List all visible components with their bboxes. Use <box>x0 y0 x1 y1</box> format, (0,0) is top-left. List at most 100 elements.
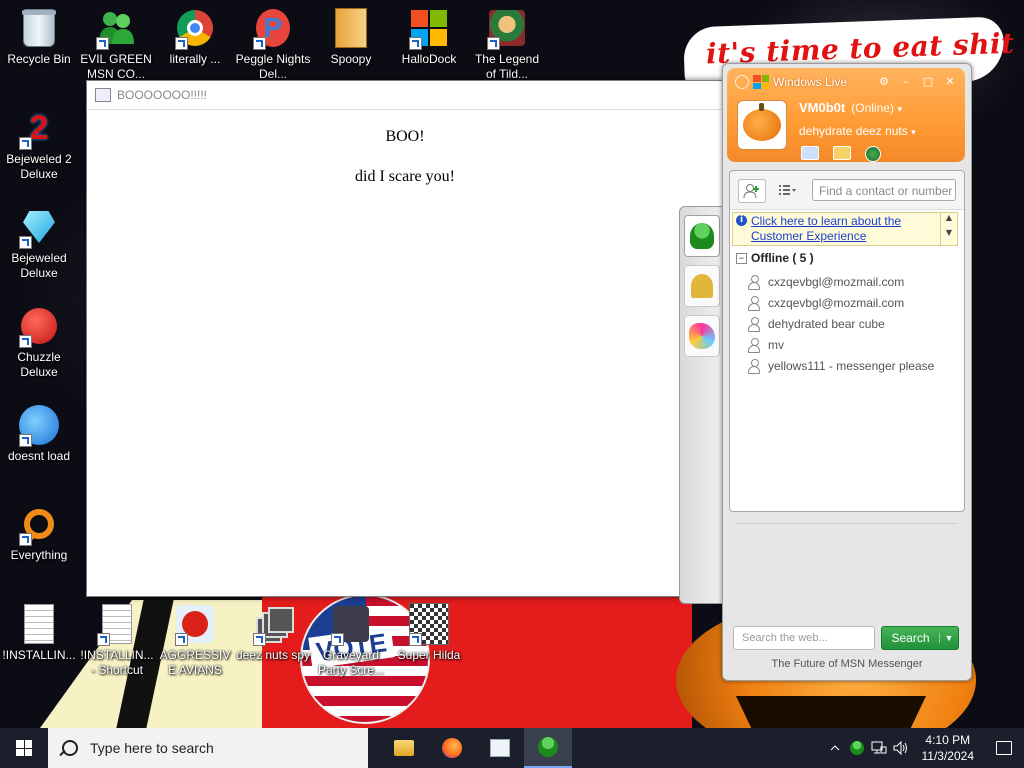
search-icon <box>62 740 78 756</box>
offline-person-icon <box>748 337 760 353</box>
personal-message-text: dehydrate deez nuts <box>799 124 908 138</box>
msn-header: Windows Live ⚙ – □ ✕ VM0b0t (Online) ▾ de… <box>727 68 965 162</box>
settings-icon[interactable]: ⚙ <box>877 75 891 88</box>
folder-icon[interactable] <box>833 146 851 160</box>
msn-side-tabs <box>679 206 724 604</box>
desktop-icon-installin[interactable]: !INSTALLIN... <box>1 604 77 663</box>
boo-window-titlebar[interactable]: BOOOOOOO!!!!! <box>87 81 723 110</box>
games-icon <box>689 323 715 349</box>
taskbar-search-box[interactable]: Type here to search <box>48 728 368 768</box>
desktop-icon-label: doesnt load <box>7 449 71 463</box>
taskbar-boo-window[interactable] <box>476 728 524 768</box>
desktop-icon-chuzzle[interactable]: Chuzzle Deluxe <box>1 306 77 380</box>
desktop-icon-super-hilda[interactable]: Super Hilda <box>391 603 467 663</box>
taskbar-file-explorer[interactable] <box>380 728 428 768</box>
spaces-icon[interactable] <box>865 146 881 162</box>
msn-buddy-icon <box>538 737 558 757</box>
avatar[interactable] <box>737 100 787 150</box>
chevron-down-icon: ▾ <box>911 127 916 137</box>
boo-dialog-window[interactable]: BOOOOOOO!!!!! BOO! did I scare you! <box>86 80 724 597</box>
find-contact-input[interactable]: Find a contact or number <box>812 179 956 201</box>
customer-experience-link[interactable]: Click here to learn about the Customer E… <box>751 214 935 244</box>
scroll-down-icon[interactable]: ▼ <box>941 228 957 237</box>
maximize-button[interactable]: □ <box>921 75 935 88</box>
tab-alerts[interactable] <box>684 265 720 307</box>
collapse-icon[interactable]: − <box>736 252 747 264</box>
desktop-icon-legend[interactable]: The Legend of Tild... <box>469 8 545 82</box>
desktop-icon-label: !INSTALLIN... - Shortcut <box>80 648 154 677</box>
desktop-icon-literally[interactable]: literally ... <box>157 8 233 67</box>
web-search-input[interactable]: Search the web... <box>733 626 875 650</box>
desktop-icon-graveyard[interactable]: Graveyard Party Scre... <box>313 604 389 678</box>
status-text: (Online) <box>851 101 894 115</box>
mail-icon[interactable] <box>801 146 819 160</box>
desktop-icon-everything[interactable]: Everything <box>1 504 77 563</box>
notification-center-button[interactable] <box>984 728 1024 768</box>
offline-person-icon <box>748 295 760 311</box>
text-document-icon <box>24 604 54 644</box>
desktop-icon-hallodock[interactable]: HalloDock <box>391 8 467 67</box>
buddy-icon <box>690 223 714 249</box>
contact-item[interactable]: cxzqevbgl@mozmail.com <box>748 292 934 313</box>
tab-games[interactable] <box>684 315 720 357</box>
contact-item[interactable]: mv <box>748 334 934 355</box>
taskbar: Type here to search 4:10 PM 11/3/2024 <box>0 728 1024 768</box>
desktop-icon-spoopy[interactable]: Spoopy <box>313 8 389 67</box>
desktop-icon-bejeweled[interactable]: Bejeweled Deluxe <box>1 207 77 281</box>
personal-message[interactable]: dehydrate deez nuts ▾ <box>799 124 916 138</box>
contact-item[interactable]: dehydrated bear cube <box>748 313 934 334</box>
windows-logo-icon <box>16 740 32 756</box>
desktop-icon-evil-green[interactable]: EVIL GREEN MSN CO... <box>78 8 154 82</box>
clock[interactable]: 4:10 PM 11/3/2024 <box>912 732 985 764</box>
add-contact-button[interactable] <box>738 179 766 203</box>
banner-scrollbar[interactable]: ▲ ▼ <box>940 213 957 245</box>
list-view-icon <box>779 185 796 195</box>
chevron-down-icon[interactable]: ▼ <box>939 633 958 643</box>
system-tray: 4:10 PM 11/3/2024 <box>824 728 1024 768</box>
desktop-icon-recycle-bin[interactable]: Recycle Bin <box>1 8 77 67</box>
display-name[interactable]: VM0b0t (Online) ▾ <box>799 100 902 115</box>
view-options-button[interactable] <box>774 179 800 201</box>
contact-name: mv <box>768 337 784 352</box>
desktop-icon-peggle[interactable]: P Peggle Nights Del... <box>235 8 311 82</box>
info-banner: i Click here to learn about the Customer… <box>732 212 958 246</box>
contact-name: cxzqevbgl@mozmail.com <box>768 295 905 310</box>
contact-item[interactable]: yellows111 - messenger please <box>748 355 934 376</box>
msn-footer: The Future of MSN Messenger <box>771 658 923 670</box>
desktop-icon-aggressive-avians[interactable]: AGGRESSIVE AVIANS <box>157 604 233 678</box>
close-button[interactable]: ✕ <box>943 75 957 88</box>
tray-msn[interactable] <box>846 728 868 768</box>
tray-volume[interactable] <box>890 728 912 768</box>
offline-person-icon <box>748 316 760 332</box>
desktop-icon-deez-nuts[interactable]: deez nuts spy <box>235 604 311 663</box>
tray-network[interactable] <box>868 728 890 768</box>
desktop-icon-label: Everything <box>10 548 68 562</box>
username: VM0b0t <box>799 100 846 115</box>
taskbar-apps <box>380 728 572 768</box>
contact-item[interactable]: cxzqevbgl@mozmail.com <box>748 271 934 292</box>
start-button[interactable] <box>0 728 48 768</box>
minimize-button[interactable]: – <box>899 75 913 88</box>
back-icon[interactable] <box>735 75 749 89</box>
tab-contacts[interactable] <box>684 215 720 257</box>
msn-tray-icon <box>849 741 864 755</box>
clock-time: 4:10 PM <box>925 733 971 747</box>
desktop-icon-bejeweled2[interactable]: 2 Bejeweled 2 Deluxe <box>1 108 77 182</box>
desktop-icon-doesnt-load[interactable]: doesnt load <box>1 405 77 464</box>
desktop-icon-installin-shortcut[interactable]: !INSTALLIN... - Shortcut <box>79 604 155 678</box>
window-icon <box>490 739 510 757</box>
taskbar-msn[interactable] <box>524 728 572 768</box>
msn-messenger-window[interactable]: Windows Live ⚙ – □ ✕ VM0b0t (Online) ▾ de… <box>722 63 972 681</box>
group-header-offline[interactable]: − Offline ( 5 ) <box>736 251 814 265</box>
notification-icon <box>996 741 1012 755</box>
scroll-up-icon[interactable]: ▲ <box>941 213 957 222</box>
offline-person-icon <box>748 274 760 290</box>
web-search-button[interactable]: Search ▼ <box>881 626 959 650</box>
group-label: Offline ( 5 ) <box>751 251 814 265</box>
contact-name: cxzqevbgl@mozmail.com <box>768 274 905 289</box>
contact-list: cxzqevbgl@mozmail.com cxzqevbgl@mozmail.… <box>748 271 934 376</box>
scare-text: did I scare you! <box>355 168 455 185</box>
show-hidden-icons[interactable] <box>824 728 846 768</box>
taskbar-firefox[interactable] <box>428 728 476 768</box>
desktop-icon-label: EVIL GREEN MSN CO... <box>80 52 152 81</box>
